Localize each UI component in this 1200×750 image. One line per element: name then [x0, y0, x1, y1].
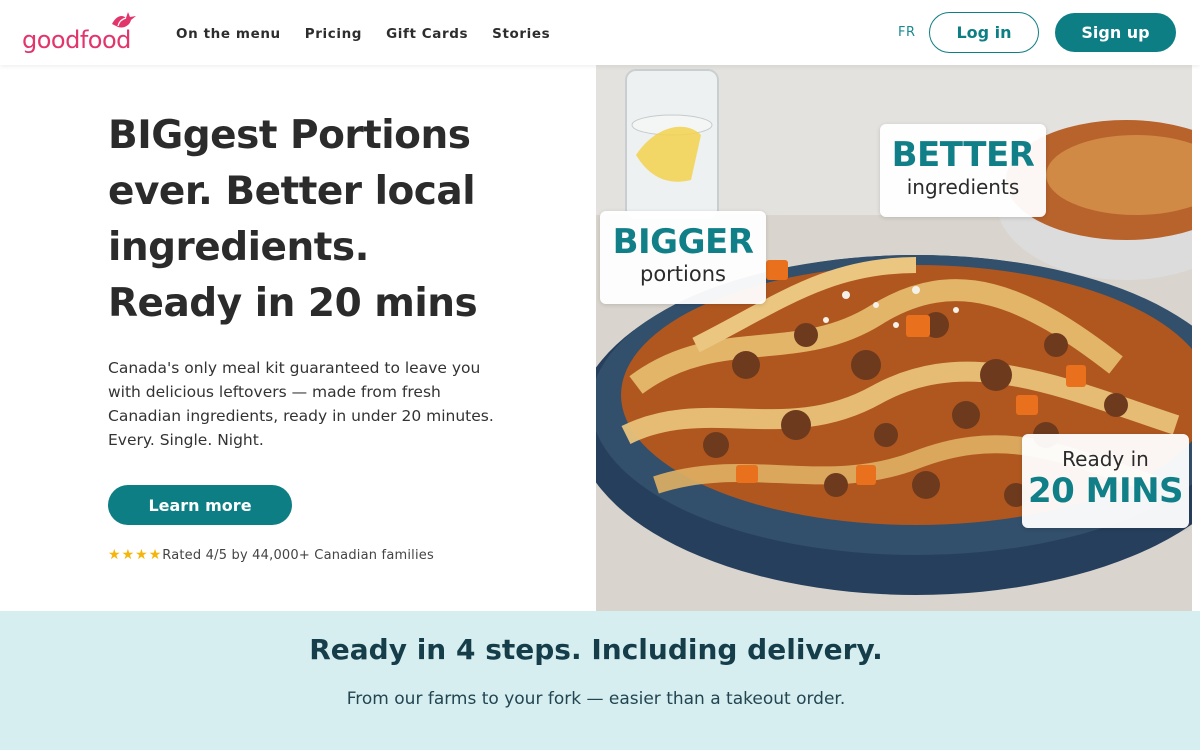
- badge-bigger-title: BIGGER: [612, 222, 754, 262]
- hero-title: BIGgest Portions ever. Better local ingr…: [108, 108, 528, 332]
- nav-stories[interactable]: Stories: [492, 26, 550, 42]
- nav-pricing[interactable]: Pricing: [305, 26, 362, 42]
- steps-section: Ready in 4 steps. Including delivery. Fr…: [0, 611, 1200, 750]
- badge-bigger-portions: BIGGER portions: [600, 211, 766, 304]
- hero-title-line: ingredients.: [108, 225, 369, 270]
- hero-subtitle: Canada's only meal kit guaranteed to lea…: [108, 359, 494, 449]
- rating-text: Rated 4/5 by 44,000+ Canadian families: [162, 547, 434, 563]
- badge-better-title: BETTER: [891, 135, 1035, 175]
- rating-stars: ★ ★ ★ ★: [108, 546, 162, 564]
- language-toggle[interactable]: FR: [898, 25, 916, 40]
- badge-bigger-subtitle: portions: [640, 262, 726, 286]
- star-icon: ★: [148, 547, 162, 563]
- steps-subtitle: From our farms to your fork — easier tha…: [346, 689, 846, 709]
- rating: ★ ★ ★ ★ Rated 4/5 by 44,000+ Canadian fa…: [108, 546, 434, 564]
- steps-title: Ready in 4 steps. Including delivery.: [309, 633, 883, 666]
- login-button[interactable]: Log in: [929, 12, 1039, 53]
- badge-ready-title: 20 MINS: [1027, 471, 1184, 511]
- star-icon: ★: [108, 547, 121, 563]
- nav-on-the-menu[interactable]: On the menu: [176, 26, 281, 42]
- signup-button[interactable]: Sign up: [1055, 13, 1176, 52]
- learn-more-button[interactable]: Learn more: [108, 485, 292, 525]
- main-nav: On the menu Pricing Gift Cards Stories: [176, 26, 574, 42]
- hero-title-line: BIGgest Portions: [108, 113, 471, 158]
- star-icon: ★: [121, 547, 135, 563]
- goodfood-logo[interactable]: goodfood: [22, 10, 140, 58]
- star-icon: ★: [135, 547, 148, 563]
- site-header: goodfood On the menu Pricing Gift Cards …: [0, 0, 1200, 65]
- nav-gift-cards[interactable]: Gift Cards: [386, 26, 468, 42]
- badge-ready-subtitle: Ready in: [1062, 447, 1149, 471]
- hero-title-line: ever. Better local: [108, 169, 476, 214]
- logo-text: goodfood: [22, 26, 131, 54]
- hero-food-image: BIGGER portions BETTER ingredients Ready…: [596, 65, 1192, 611]
- badge-better-ingredients: BETTER ingredients: [880, 124, 1046, 217]
- hero-title-line: Ready in 20 mins: [108, 281, 478, 326]
- badge-better-subtitle: ingredients: [906, 175, 1020, 199]
- badge-ready-20-mins: Ready in 20 MINS: [1022, 434, 1189, 528]
